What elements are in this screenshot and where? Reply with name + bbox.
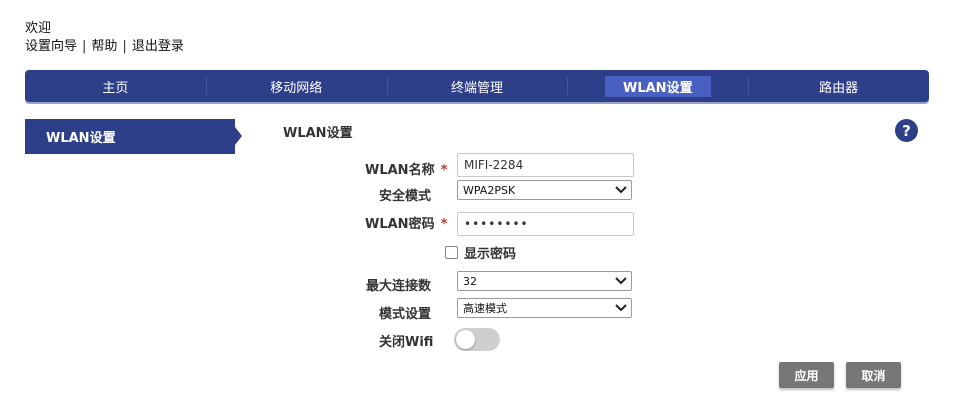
ssid-label: WLAN名称 * [365,159,447,178]
chevron-down-icon [614,183,628,197]
tab-device-management[interactable]: 终端管理 [386,70,568,102]
tab-wlan-settings[interactable]: WLAN设置 [567,70,748,102]
wifi-off-label: 关闭Wifi [379,335,434,350]
welcome-text: 欢迎 [25,21,52,36]
separator: | [82,39,87,54]
apply-button[interactable]: 应用 [779,362,834,388]
tab-label: 终端管理 [450,80,503,96]
tab-label: 路由器 [819,80,859,96]
max-connections-select[interactable]: 32 [457,271,632,291]
chevron-down-icon [614,274,628,288]
toggle-knob [456,330,475,349]
tab-router[interactable]: 路由器 [748,70,929,102]
tab-label: 移动网络 [270,80,323,96]
password-label-text: WLAN密码 [365,217,435,232]
ssid-input[interactable] [457,153,634,177]
tab-label: WLAN设置 [605,75,711,97]
show-password-checkbox[interactable] [445,246,458,259]
mode-setting-select[interactable]: 高速模式 [457,298,632,318]
cancel-button[interactable]: 取消 [846,362,901,388]
help-link[interactable]: 帮助 [91,38,117,56]
main-navbar: 主页 移动网络 终端管理 WLAN设置 路由器 [25,70,929,102]
show-password-label: 显示密码 [464,247,517,262]
triangle-right-icon [235,127,242,145]
mode-setting-value: 高速模式 [463,302,507,315]
password-input[interactable] [457,212,634,236]
setup-wizard-link[interactable]: 设置向导 [25,38,77,56]
chevron-down-icon [614,301,628,315]
tab-mobile-network[interactable]: 移动网络 [205,70,387,102]
ssid-label-text: WLAN名称 [365,163,435,178]
wifi-off-toggle[interactable] [454,328,500,351]
header-links: 设置向导 | 帮助 | 退出登录 [25,38,184,56]
sidebar-item-label: WLAN设置 [46,131,116,146]
required-marker: * [440,163,448,178]
tab-label: 主页 [102,80,129,96]
separator: | [122,39,127,54]
security-mode-select[interactable]: WPA2PSK [457,180,632,200]
mode-setting-label: 模式设置 [379,307,432,322]
section-title: WLAN设置 [283,126,353,141]
question-mark-icon[interactable]: ? [895,119,918,142]
required-marker: * [440,217,448,232]
logout-link[interactable]: 退出登录 [132,38,184,56]
max-connections-label: 最大连接数 [366,279,432,294]
max-connections-value: 32 [463,274,477,288]
security-mode-value: WPA2PSK [463,183,516,197]
password-label: WLAN密码 * [365,213,447,232]
top-header: 欢迎 设置向导 | 帮助 | 退出登录 [25,20,184,56]
tab-home[interactable]: 主页 [25,70,206,102]
security-mode-label: 安全模式 [379,189,432,204]
sidebar-item-wlan-settings[interactable]: WLAN设置 [25,119,235,154]
